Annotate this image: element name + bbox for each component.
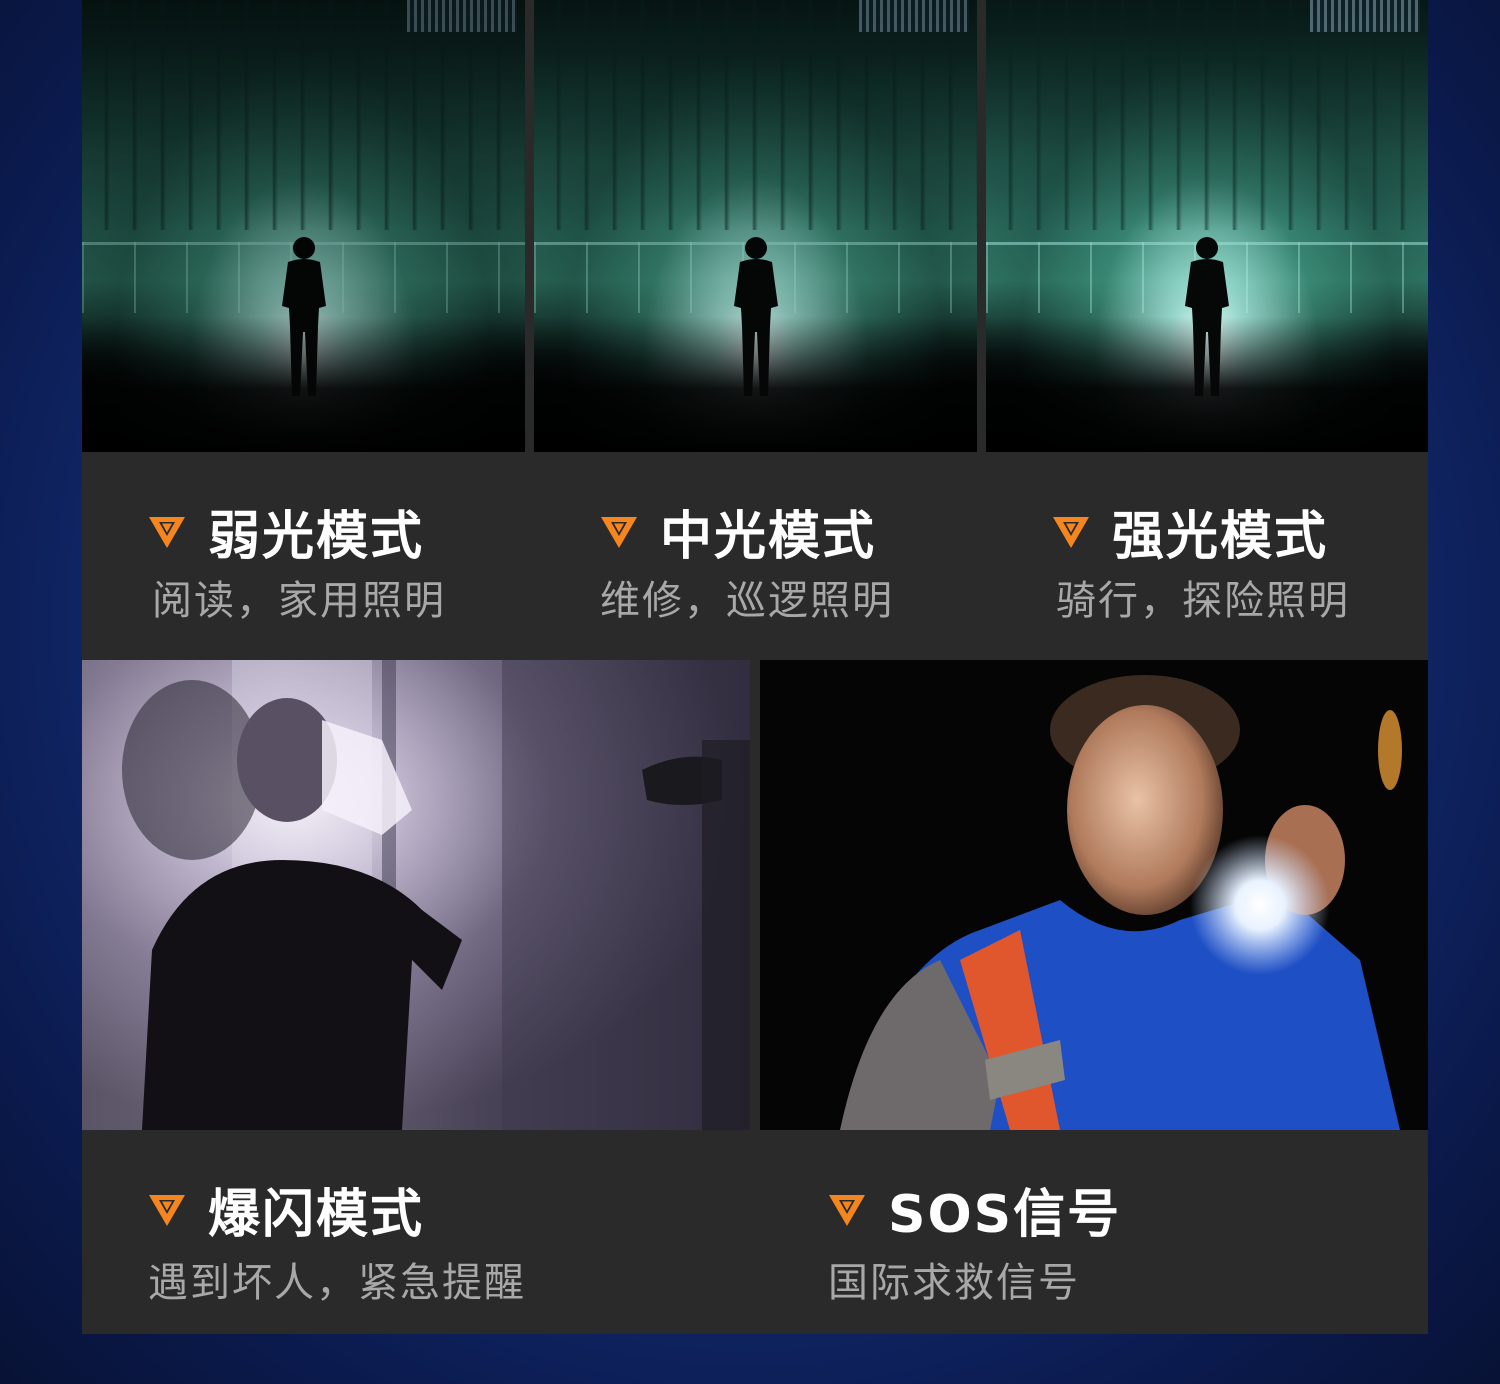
mode-title-high: 强光模式 — [1052, 494, 1328, 569]
mode-desc-strobe: 遇到坏人，紧急提醒 — [148, 1260, 526, 1306]
sos-scene — [840, 675, 1402, 1130]
triangle-bullet-icon — [601, 516, 637, 548]
feature-panel: 弱光模式 阅读，家用照明 中光模式 维修，巡逻照明 强光模式 骑行，探险照明 爆… — [82, 0, 1428, 1334]
person-silhouette — [281, 237, 326, 396]
triangle-bullet-icon — [829, 1194, 865, 1226]
mode-desc-high: 骑行，探险照明 — [1056, 578, 1350, 624]
person-silhouette — [1185, 237, 1229, 396]
mode-title-text: 爆闪模式 — [208, 1185, 425, 1245]
sos-mode-photo — [760, 660, 1428, 1130]
mode-title-text: SOS信号 — [888, 1185, 1122, 1245]
mode-title-text: 中光模式 — [660, 507, 877, 567]
city-lights — [407, 0, 517, 32]
mode-desc-sos: 国际求救信号 — [828, 1260, 1080, 1306]
city-lights — [859, 0, 969, 32]
mode-title-medium: 中光模式 — [600, 494, 876, 569]
high-light-photo — [986, 0, 1428, 452]
person-silhouette — [733, 237, 778, 396]
strobe-scene — [122, 660, 750, 1130]
night-scene — [986, 0, 1428, 452]
mode-title-text: 强光模式 — [1112, 507, 1329, 567]
triangle-bullet-icon — [149, 1194, 185, 1226]
mode-desc-low: 阅读，家用照明 — [152, 578, 446, 624]
low-light-photo — [82, 0, 525, 452]
mode-title-low: 弱光模式 — [148, 494, 424, 569]
mode-desc-medium: 维修，巡逻照明 — [600, 578, 894, 624]
trees — [534, 0, 977, 230]
strobe-mode-photo — [82, 660, 750, 1130]
medium-light-photo — [534, 0, 977, 452]
mode-title-sos: SOS信号 — [828, 1172, 1121, 1247]
triangle-bullet-icon — [149, 516, 185, 548]
triangle-bullet-icon — [1053, 516, 1089, 548]
night-scene — [82, 0, 525, 452]
mode-title-text: 弱光模式 — [208, 507, 425, 567]
trees — [986, 0, 1428, 230]
trees — [82, 0, 525, 230]
mode-title-strobe: 爆闪模式 — [148, 1172, 424, 1247]
city-lights — [1310, 0, 1420, 32]
night-scene — [534, 0, 977, 452]
